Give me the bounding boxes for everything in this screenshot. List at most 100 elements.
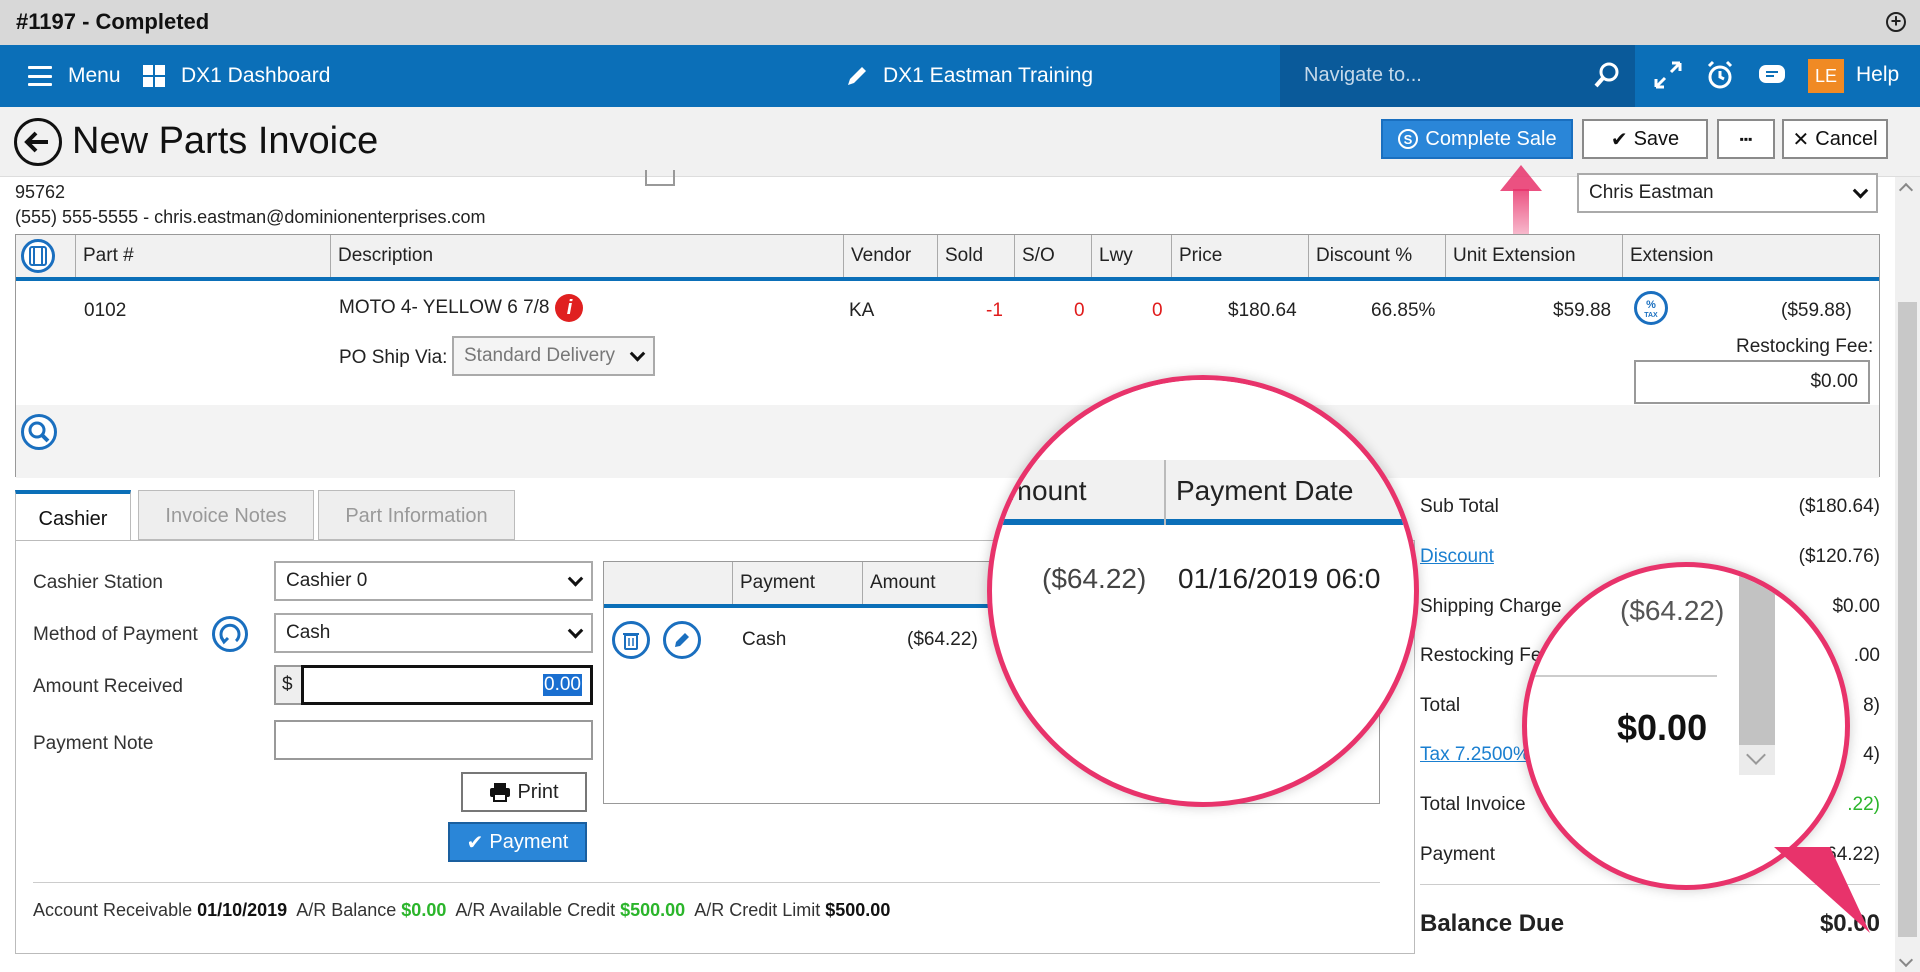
ar-credit-value: $500.00	[620, 900, 686, 920]
subtotal-label: Sub Total	[1420, 496, 1499, 517]
restocking-fee-label: Restocking Fee:	[1736, 336, 1874, 357]
collapse-toggle[interactable]	[645, 170, 675, 186]
zoom1-header: Amount Payment Date	[990, 460, 1414, 525]
subtotal-value: ($180.64)	[1798, 496, 1880, 517]
tab-invoice-notes[interactable]: Invoice Notes	[138, 490, 314, 540]
salesperson-select[interactable]: Chris Eastman	[1577, 173, 1878, 213]
total-invoice-label: Total Invoice	[1420, 794, 1526, 815]
discount-value: ($120.76)	[1798, 546, 1880, 567]
ar-date: 01/10/2019	[197, 900, 288, 920]
add-part-row	[16, 405, 1879, 478]
menu-button[interactable]: Menu	[28, 45, 121, 107]
store-selector[interactable]: DX1 Eastman Training	[845, 45, 1093, 107]
svg-text:TAX: TAX	[1644, 312, 1658, 319]
amount-received-label: Amount Received	[33, 676, 183, 697]
payment-note-input[interactable]	[274, 720, 593, 760]
zoom1-col-amount: Amount	[990, 475, 1087, 506]
total-label: Total	[1420, 695, 1461, 716]
amount-received-value: 0.00	[543, 674, 582, 696]
col-discount: Discount %	[1308, 235, 1448, 277]
cashier-station-select[interactable]: Cashier 0	[274, 561, 593, 601]
help-link[interactable]: Help	[1856, 63, 1899, 87]
tab-part-information[interactable]: Part Information	[318, 490, 515, 540]
printer-icon	[490, 783, 511, 802]
user-avatar[interactable]: LE	[1808, 59, 1844, 93]
col-amount: Amount	[862, 562, 992, 604]
close-icon: ✕	[1792, 128, 1810, 151]
complete-sale-button[interactable]: S Complete Sale	[1381, 119, 1573, 159]
ar-limit-label: A/R Credit Limit	[694, 900, 821, 920]
window-title: #1197 - Completed	[16, 9, 210, 34]
zoom2-amount: ($64.22)	[1620, 595, 1725, 626]
scroll-thumb[interactable]	[1898, 302, 1917, 937]
refresh-icon[interactable]	[212, 616, 248, 652]
col-vendor: Vendor	[843, 235, 943, 277]
payment-label: Payment	[489, 830, 569, 853]
add-icon[interactable]: +	[1886, 12, 1906, 32]
amount-received-input[interactable]: 0.00	[301, 665, 593, 705]
tax-link[interactable]: Tax 7.2500%	[1420, 744, 1530, 766]
scroll-down-icon[interactable]	[1898, 952, 1914, 968]
dashboard-button[interactable]: DX1 Dashboard	[143, 45, 330, 107]
cell-price: $180.64	[1228, 300, 1297, 321]
check-icon: ✔	[466, 831, 484, 854]
description-text: MOTO 4- YELLOW 6 7/8	[339, 297, 550, 319]
po-ship-via-label: PO Ship Via:	[339, 347, 448, 368]
method-of-payment-select[interactable]: Cash	[274, 613, 593, 653]
payment-button[interactable]: ✔ Payment	[448, 822, 587, 862]
navigate-placeholder: Navigate to...	[1304, 64, 1422, 86]
shipping-value: $0.00	[1832, 596, 1880, 617]
restocking-fee-input[interactable]: $0.00	[1634, 360, 1870, 404]
col-price: Price	[1171, 235, 1311, 277]
col-unit-extension: Unit Extension	[1445, 235, 1620, 277]
hamburger-icon	[28, 66, 52, 86]
parts-table-header: Part # Description Vendor Sold S/O Lwy P…	[16, 235, 1879, 281]
print-button[interactable]: Print	[461, 772, 587, 812]
cell-so: 0	[1074, 300, 1085, 321]
window-titlebar: #1197 - Completed +	[0, 0, 1920, 45]
cancel-button[interactable]: ✕ Cancel	[1782, 119, 1888, 159]
col-description: Description	[330, 235, 830, 277]
store-label: DX1 Eastman Training	[883, 64, 1094, 87]
alarm-clock-icon[interactable]	[1704, 59, 1736, 91]
dashboard-grid-icon	[143, 65, 165, 87]
more-options-button[interactable]: ▪▪▪	[1717, 119, 1775, 159]
search-icon[interactable]	[1593, 61, 1621, 89]
cashier-station-label: Cashier Station	[33, 572, 163, 593]
chat-icon[interactable]	[1756, 59, 1788, 91]
edit-pencil-icon[interactable]	[663, 621, 701, 659]
total-invoice-value: .22)	[1847, 794, 1880, 815]
ar-summary: Account Receivable 01/10/2019 A/R Balanc…	[33, 900, 890, 921]
zoom-callout-payment-date: Amount Payment Date ($64.22) 01/16/2019 …	[987, 375, 1419, 807]
save-button[interactable]: ✔ Save	[1582, 119, 1708, 159]
callout-arrow-balance	[1774, 847, 1870, 933]
tax-percent-icon[interactable]: % TAX	[1634, 291, 1668, 325]
page-scrollbar[interactable]	[1895, 177, 1920, 972]
back-arrow-icon[interactable]	[14, 118, 62, 166]
divider	[33, 882, 1380, 883]
expand-icon[interactable]	[1652, 59, 1684, 91]
ar-label: Account Receivable	[33, 900, 193, 920]
scroll-up-icon[interactable]	[1898, 182, 1914, 198]
col-extension: Extension	[1622, 235, 1877, 277]
discount-link[interactable]: Discount	[1420, 546, 1494, 568]
cell-lwy: 0	[1152, 300, 1163, 321]
salesperson-value: Chris Eastman	[1589, 182, 1714, 203]
po-ship-via-select[interactable]: Standard Delivery	[452, 336, 655, 376]
cell-extension: ($59.88)	[1781, 300, 1852, 321]
restocking-value: .00	[1853, 645, 1880, 666]
zoom1-col-date: Payment Date	[1176, 475, 1354, 506]
search-parts-icon[interactable]	[21, 414, 57, 450]
tab-cashier[interactable]: Cashier	[15, 490, 131, 542]
payment-total-label: Payment	[1420, 844, 1495, 865]
info-icon[interactable]: i	[555, 294, 584, 322]
trash-icon[interactable]	[612, 621, 650, 659]
navigate-search-input[interactable]: Navigate to...	[1280, 45, 1635, 107]
page-header: New Parts Invoice S Complete Sale ✔ Save…	[0, 107, 1920, 177]
zoom1-amount: ($64.22)	[1042, 563, 1147, 594]
film-icon[interactable]	[21, 239, 55, 273]
col-part-no: Part #	[75, 235, 345, 277]
top-nav: Menu DX1 Dashboard DX1 Eastman Training …	[0, 45, 1920, 107]
zoom-callout-balance: ($64.22) $0.00	[1522, 562, 1850, 890]
payment-note-label: Payment Note	[33, 733, 154, 754]
